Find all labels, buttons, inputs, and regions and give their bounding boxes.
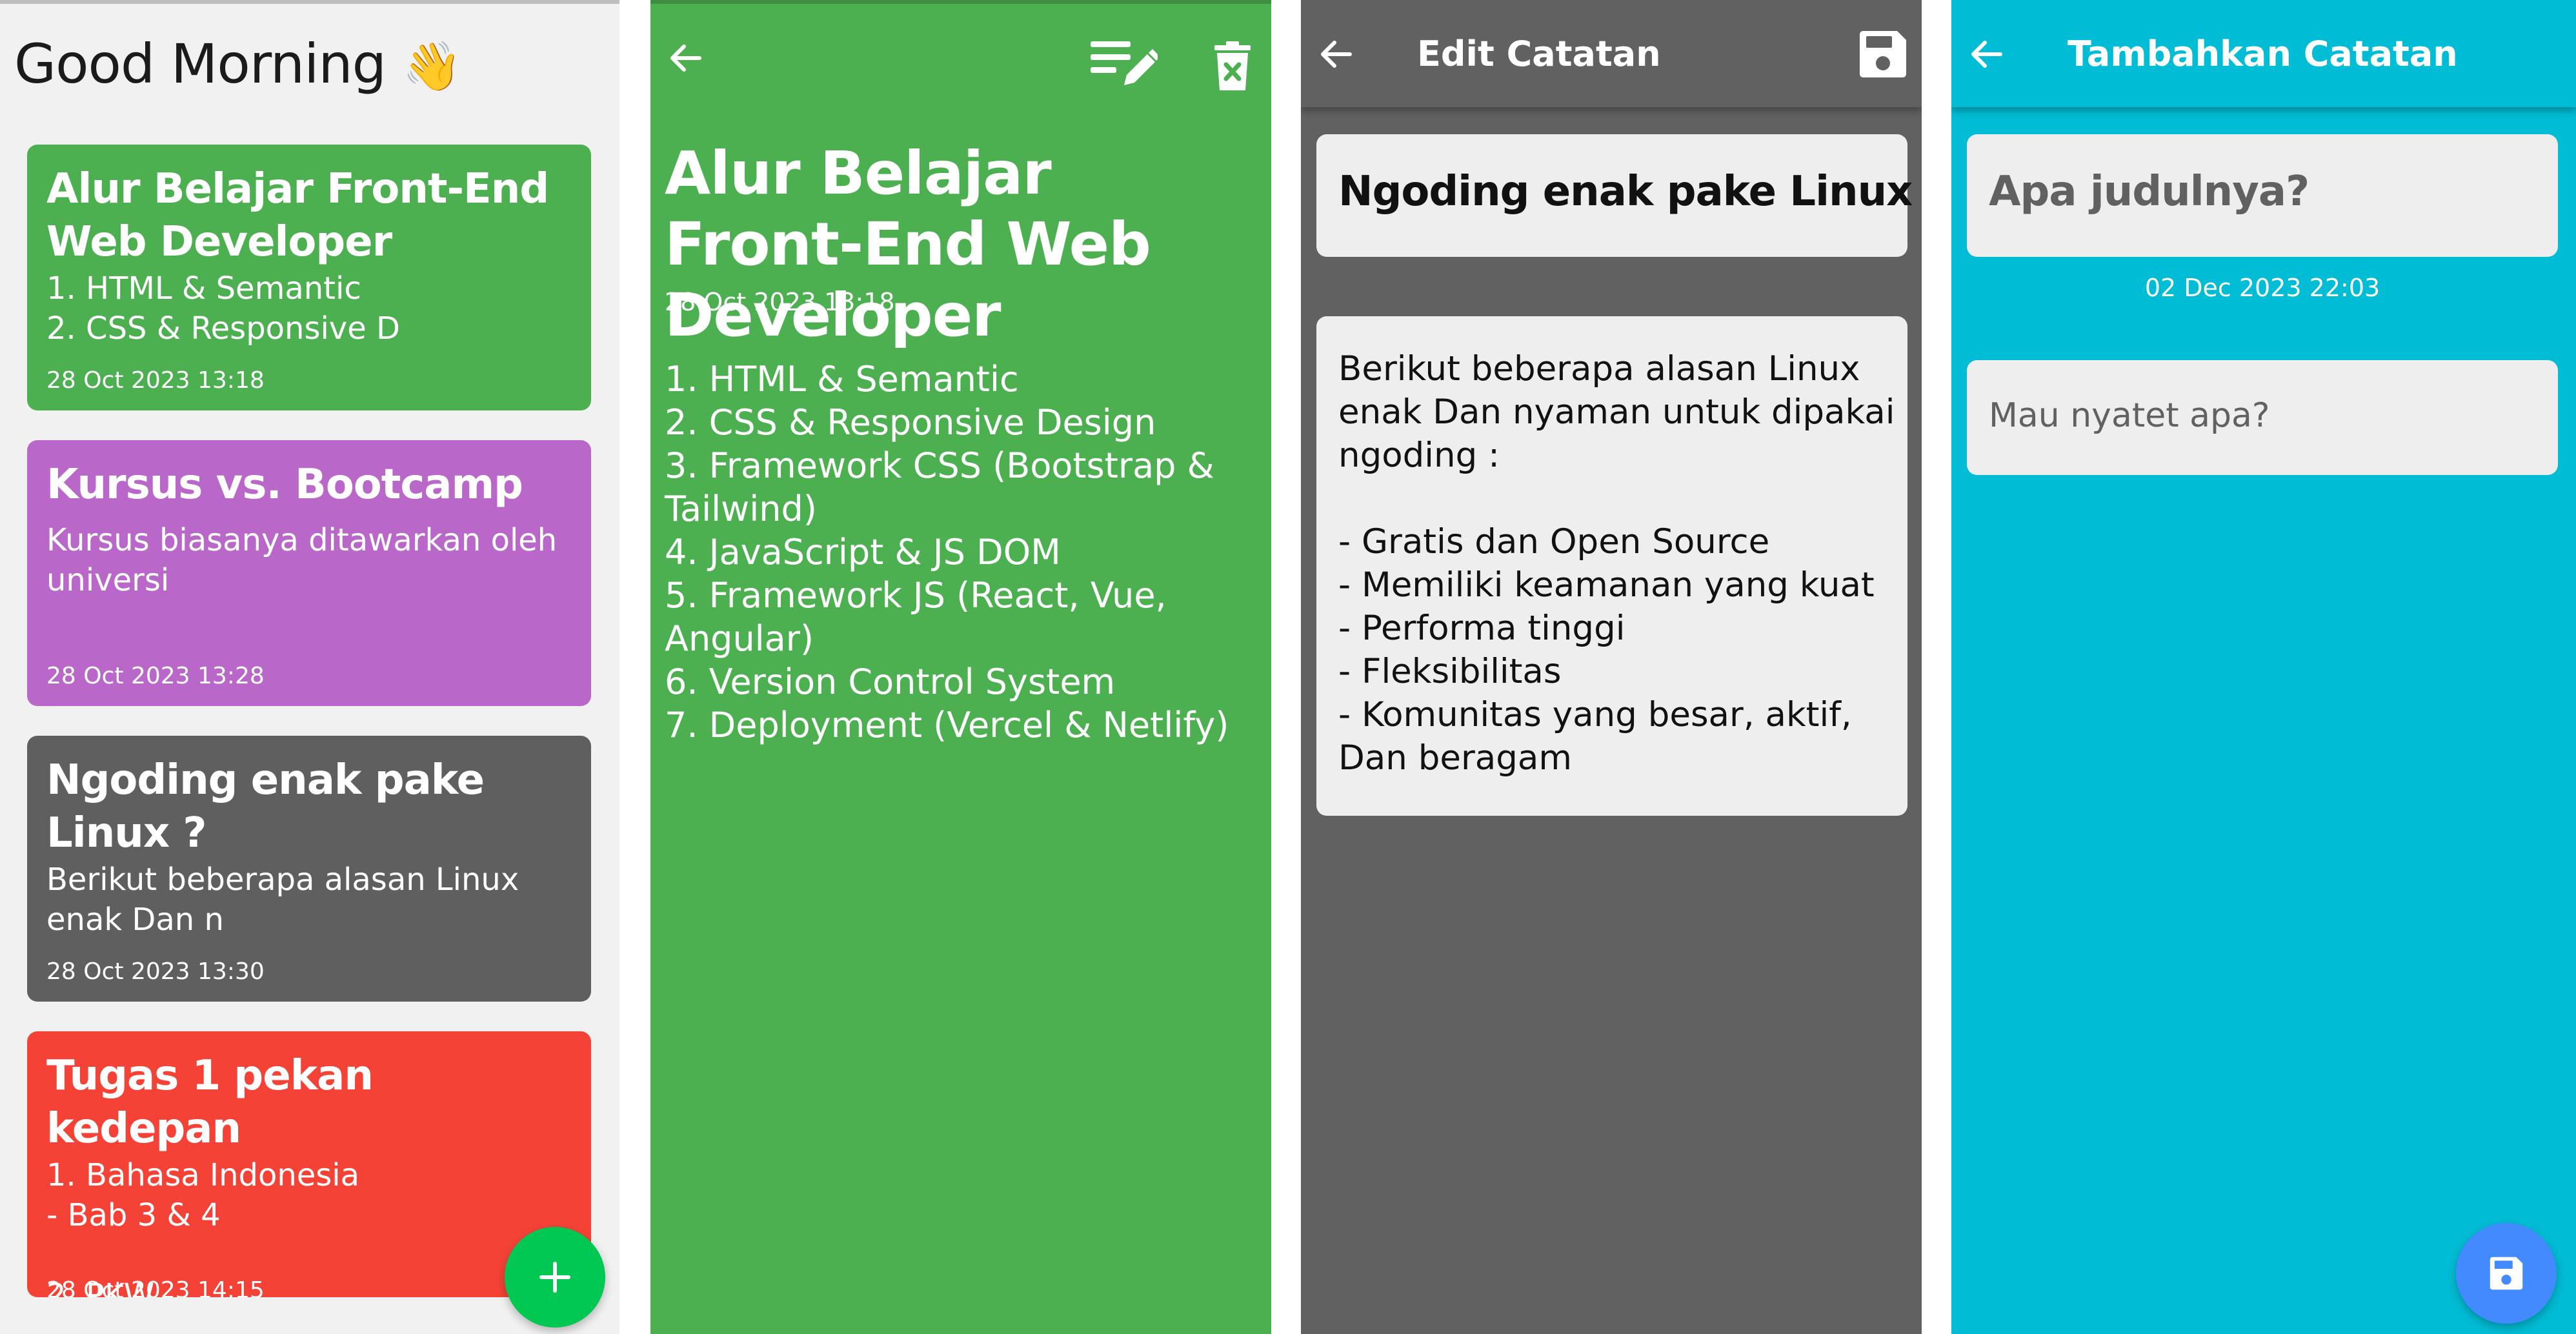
- title-input-placeholder: Apa judulnya?: [1989, 168, 2309, 216]
- delete-icon: [1213, 40, 1252, 92]
- note-card-title: Kursus vs. Bootcamp: [46, 461, 523, 509]
- note-body: 1. HTML & Semantic 2. CSS & Responsive D…: [665, 359, 1229, 745]
- note-card-title: Alur Belajar Front-End Web Developer: [46, 165, 549, 266]
- note-date: 02 Dec 2023 22:03: [2144, 274, 2380, 302]
- delete-note-button[interactable]: [1205, 35, 1260, 97]
- app-bar-title: Edit Catatan: [1417, 34, 1661, 74]
- note-detail-screen: Alur Belajar Front-End Web Developer 28 …: [650, 0, 1271, 1334]
- back-arrow-icon: [669, 44, 702, 72]
- home-screen: Good Morning 👋 Alur Belajar Front-End We…: [0, 0, 619, 1334]
- plus-icon: [538, 1260, 572, 1295]
- title-input-value: Ngoding enak pake Linux ?: [1338, 168, 1922, 216]
- app-bar-title: Tambahkan Catatan: [2068, 34, 2458, 74]
- back-button[interactable]: [659, 32, 711, 84]
- note-card-title: Tugas 1 pekan kedepan: [46, 1052, 374, 1153]
- note-card[interactable]: Kursus vs. Bootcamp Kursus biasanya dita…: [27, 440, 591, 706]
- save-button[interactable]: [1852, 23, 1914, 85]
- note-date: 28 Oct 2023 13:18: [665, 288, 895, 316]
- note-card-date: 28 Oct 2023 13:18: [46, 367, 265, 394]
- note-card-preview: Berikut beberapa alasan Linux enak Dan n: [46, 862, 519, 938]
- body-input[interactable]: Berikut beberapa alasan Linux enak Dan n…: [1316, 316, 1907, 816]
- note-card-title: Ngoding enak pake Linux ?: [46, 756, 485, 857]
- edit-note-icon: [1088, 35, 1158, 94]
- edit-note-screen: Edit Catatan Ngoding enak pake Linux ? B…: [1301, 0, 1922, 1334]
- title-input[interactable]: Ngoding enak pake Linux ?: [1316, 134, 1922, 257]
- edit-note-button[interactable]: [1085, 32, 1160, 97]
- add-note-screen: Tambahkan Catatan Apa judulnya? 02 Dec 2…: [1951, 0, 2576, 1334]
- note-card[interactable]: Tugas 1 pekan kedepan 1. Bahasa Indonesi…: [27, 1031, 591, 1297]
- app-bar: Tambahkan Catatan: [1951, 0, 2576, 107]
- greeting-heading: Good Morning 👋: [14, 32, 462, 96]
- greeting-text: Good Morning: [14, 32, 387, 96]
- note-card-date: 28 Oct 2023 13:30: [46, 958, 265, 985]
- note-title: Alur Belajar Front-End Web Developer: [665, 139, 1151, 350]
- back-button[interactable]: [1310, 28, 1362, 80]
- app-bar: Edit Catatan: [1301, 0, 1922, 107]
- back-button[interactable]: [1960, 28, 2012, 80]
- body-input[interactable]: Mau nyatet apa?: [1967, 360, 2558, 475]
- title-input[interactable]: Apa judulnya?: [1967, 134, 2558, 257]
- note-card-preview: 1. HTML & Semantic 2. CSS & Responsive D: [46, 270, 400, 347]
- body-input-placeholder: Mau nyatet apa?: [1989, 396, 2270, 435]
- note-card[interactable]: Alur Belajar Front-End Web Developer 1. …: [27, 145, 591, 410]
- back-arrow-icon: [1319, 40, 1353, 68]
- back-arrow-icon: [1969, 40, 2003, 68]
- note-card-preview: Kursus biasanya ditawarkan oleh universi: [46, 522, 558, 598]
- note-card-date: 28 Oct 2023 13:28: [46, 663, 265, 689]
- note-card-preview: 1. Bahasa Indonesia - Bab 3 & 4 2. PKW: [46, 1157, 360, 1297]
- add-note-button[interactable]: [505, 1227, 605, 1328]
- body-input-value: Berikut beberapa alasan Linux enak Dan n…: [1338, 349, 1895, 778]
- note-card[interactable]: Ngoding enak pake Linux ? Berikut bebera…: [27, 736, 591, 1002]
- save-note-button[interactable]: [2456, 1223, 2557, 1324]
- waving-hand-icon: 👋: [402, 39, 462, 94]
- save-icon: [2488, 1255, 2524, 1291]
- save-icon: [1857, 28, 1909, 80]
- note-card-date: 28 Oct 2023 14:15: [46, 1277, 265, 1297]
